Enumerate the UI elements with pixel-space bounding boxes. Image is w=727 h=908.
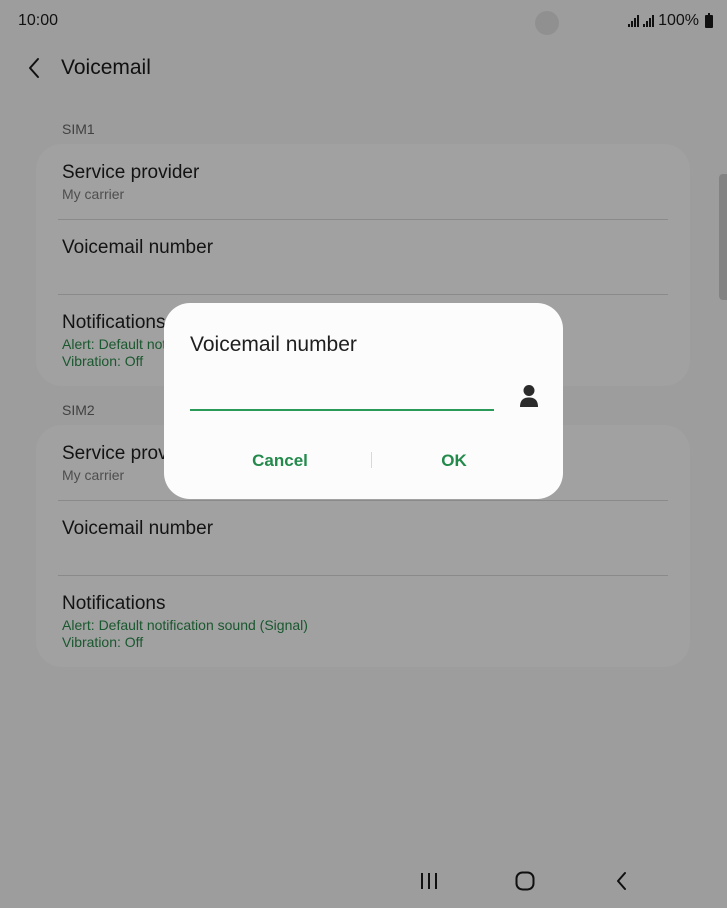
cancel-button[interactable]: Cancel (194, 443, 366, 479)
contact-picker-button[interactable] (514, 381, 544, 411)
dialog-title: Voicemail number (190, 333, 357, 356)
ok-button[interactable]: OK (368, 443, 540, 479)
contact-icon (520, 385, 538, 407)
settings-screen: 10:00 100% Voicemail SIM1 Service provid… (0, 0, 727, 908)
voicemail-number-dialog: Voicemail number Cancel OK (164, 303, 563, 499)
dialog-actions: Cancel OK (164, 443, 563, 479)
voicemail-number-input[interactable] (190, 379, 494, 411)
